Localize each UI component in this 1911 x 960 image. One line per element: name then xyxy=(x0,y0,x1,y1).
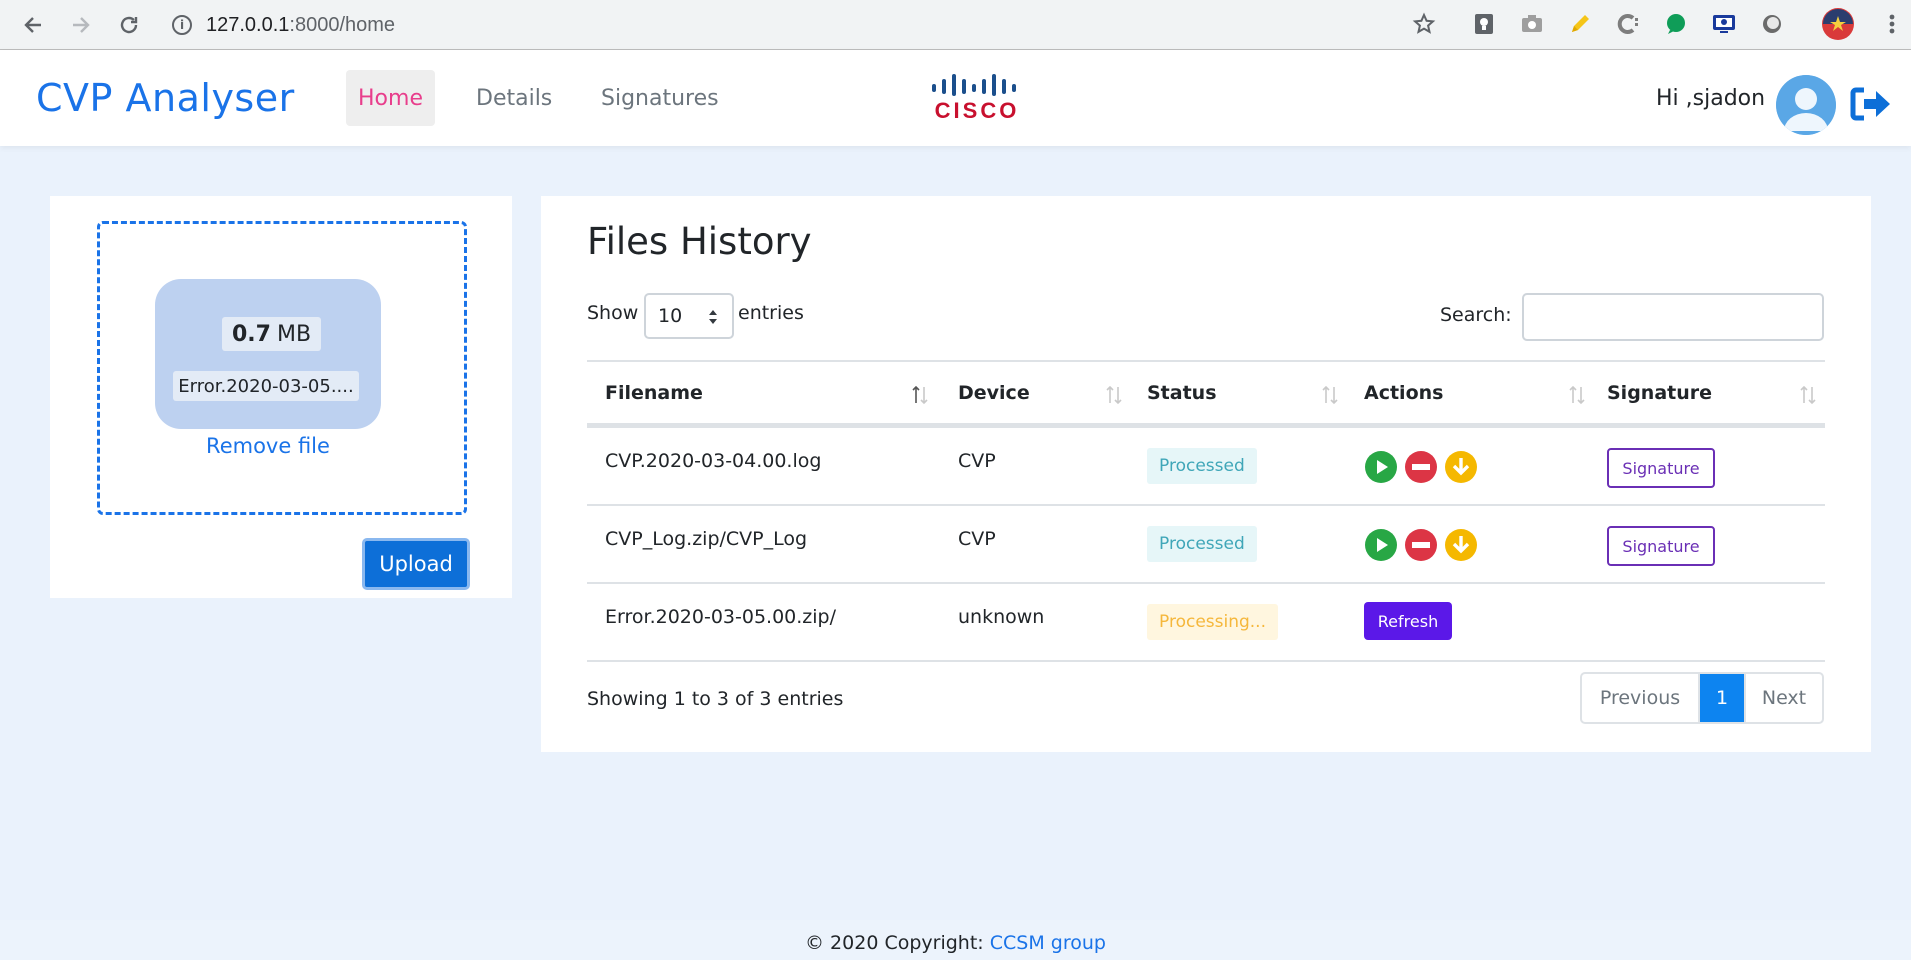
sort-icon[interactable] xyxy=(1566,384,1588,406)
cisco-logo: CISCO xyxy=(930,72,1024,124)
reload-icon[interactable] xyxy=(112,8,146,42)
nav-signatures[interactable]: Signatures xyxy=(589,70,731,126)
avatar[interactable] xyxy=(1776,75,1836,135)
file-dropzone[interactable]: 0.7 MB Error.2020-03-05.... Remove file xyxy=(97,221,467,515)
entries-select-value: 10 xyxy=(658,305,683,327)
status-badge: Processed xyxy=(1147,448,1257,484)
search-input[interactable] xyxy=(1522,293,1824,341)
column-header-filename[interactable]: Filename xyxy=(605,382,703,404)
search-label: Search: xyxy=(1440,304,1512,326)
cell-filename: Error.2020-03-05.00.zip/ xyxy=(605,606,836,628)
camera-icon[interactable] xyxy=(1518,10,1546,38)
column-header-status[interactable]: Status xyxy=(1147,382,1217,404)
remove-file-link[interactable]: Remove file xyxy=(100,434,436,458)
stop-icon[interactable] xyxy=(1404,528,1438,562)
sort-icon[interactable] xyxy=(1797,384,1819,406)
back-icon[interactable] xyxy=(16,8,50,42)
pagination: Previous 1 Next xyxy=(1580,672,1824,724)
files-table: Filename Device Status Actions Signature… xyxy=(587,360,1825,662)
table-row: CVP.2020-03-04.00.log CVP Processed Sign… xyxy=(587,428,1825,506)
brand-title[interactable]: CVP Analyser xyxy=(36,76,295,120)
green-dot-icon[interactable] xyxy=(1662,10,1690,38)
star-icon[interactable] xyxy=(1410,10,1438,38)
screen-icon[interactable] xyxy=(1710,10,1738,38)
upload-card: 0.7 MB Error.2020-03-05.... Remove file U… xyxy=(50,196,512,598)
file-preview: 0.7 MB Error.2020-03-05.... xyxy=(155,279,381,429)
info-icon[interactable]: i xyxy=(172,15,192,35)
table-row: Error.2020-03-05.00.zip/ unknown Process… xyxy=(587,584,1825,662)
table-row: CVP_Log.zip/CVP_Log CVP Processed Signat… xyxy=(587,506,1825,584)
entries-select[interactable]: 10 xyxy=(644,293,734,339)
download-icon[interactable] xyxy=(1444,528,1478,562)
files-history-card: Files History Show 10 entries Search: Fi… xyxy=(541,196,1871,752)
url-text: 127.0.0.1:8000/home xyxy=(206,13,396,36)
footer-copyright: © 2020 Copyright: xyxy=(805,932,984,954)
forward-icon[interactable] xyxy=(64,8,98,42)
column-header-device[interactable]: Device xyxy=(958,382,1030,404)
play-icon[interactable] xyxy=(1364,450,1398,484)
keep-icon[interactable] xyxy=(1470,10,1498,38)
pagination-next[interactable]: Next xyxy=(1744,674,1822,722)
cell-filename: CVP_Log.zip/CVP_Log xyxy=(605,528,808,550)
table-header: Filename Device Status Actions Signature xyxy=(587,360,1825,428)
signature-button[interactable]: Signature xyxy=(1607,448,1715,488)
circle-icon[interactable] xyxy=(1758,10,1786,38)
browser-toolbar: i 127.0.0.1:8000/home xyxy=(0,0,1911,50)
table-info: Showing 1 to 3 of 3 entries xyxy=(587,688,844,710)
select-arrows-icon xyxy=(709,310,717,324)
menu-dots-icon[interactable] xyxy=(1878,10,1906,38)
pagination-page-1[interactable]: 1 xyxy=(1700,674,1744,722)
play-icon[interactable] xyxy=(1364,528,1398,562)
pagination-previous[interactable]: Previous xyxy=(1582,674,1700,722)
cell-filename: CVP.2020-03-04.00.log xyxy=(605,450,822,472)
upload-button[interactable]: Upload xyxy=(362,538,470,590)
signature-button[interactable]: Signature xyxy=(1607,526,1715,566)
sort-asc-icon[interactable] xyxy=(909,384,931,406)
show-label: Show xyxy=(587,302,639,324)
download-icon[interactable] xyxy=(1444,450,1478,484)
status-badge: Processing... xyxy=(1147,604,1278,640)
nav-details[interactable]: Details xyxy=(464,70,564,126)
app-navbar: CVP Analyser Home Details Signatures CIS… xyxy=(0,50,1911,146)
footer-link[interactable]: CCSM group xyxy=(990,932,1106,954)
user-greeting: Hi ,sjadon xyxy=(1656,86,1766,111)
file-name: Error.2020-03-05.... xyxy=(173,371,359,401)
status-badge: Processed xyxy=(1147,526,1257,562)
nav-home[interactable]: Home xyxy=(346,70,435,126)
cell-device: unknown xyxy=(958,606,1045,628)
column-header-actions[interactable]: Actions xyxy=(1364,382,1443,404)
sort-icon[interactable] xyxy=(1103,384,1125,406)
column-header-signature[interactable]: Signature xyxy=(1607,382,1712,404)
file-size: 0.7 MB xyxy=(222,317,322,351)
logout-icon[interactable] xyxy=(1850,84,1892,124)
profile-icon[interactable] xyxy=(1821,7,1855,41)
refresh-button[interactable]: Refresh xyxy=(1364,602,1452,640)
cell-device: CVP xyxy=(958,528,996,550)
address-bar[interactable]: i 127.0.0.1:8000/home xyxy=(172,7,1436,43)
footer: © 2020 Copyright: CCSM group xyxy=(0,920,1911,960)
page-title: Files History xyxy=(587,220,812,263)
pencil-icon[interactable] xyxy=(1566,10,1594,38)
entries-label: entries xyxy=(738,302,804,324)
extension-c-icon[interactable] xyxy=(1614,10,1642,38)
stop-icon[interactable] xyxy=(1404,450,1438,484)
sort-icon[interactable] xyxy=(1319,384,1341,406)
cisco-logo-text: CISCO xyxy=(935,98,1020,123)
cell-device: CVP xyxy=(958,450,996,472)
